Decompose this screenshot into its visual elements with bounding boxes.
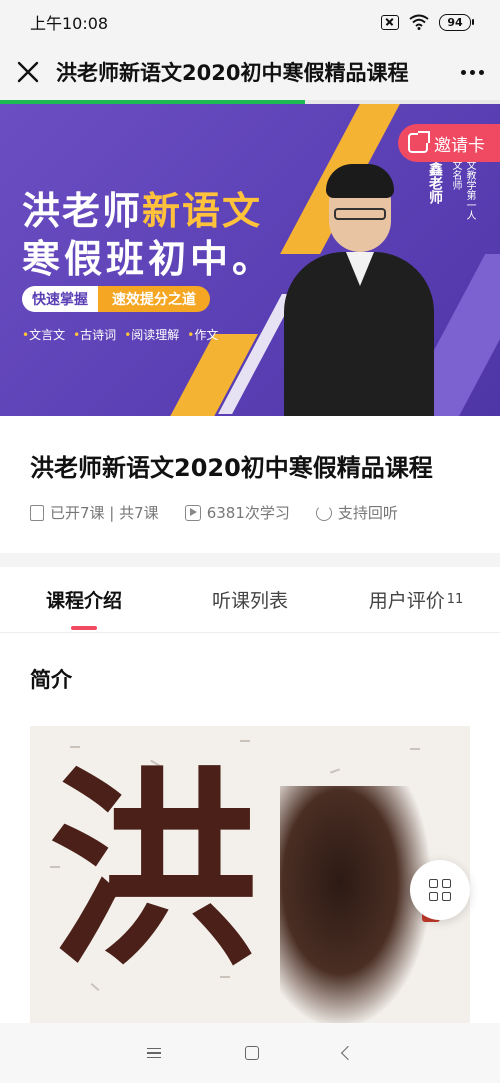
course-tabs: 课程介绍 听课列表 用户评价 11 [0, 567, 500, 633]
intro-image: 洪 [30, 726, 470, 1023]
topic-item: 阅读理解 [124, 326, 179, 343]
teacher-photo [284, 156, 434, 416]
banner-title-line2: 寒假班初中。 [22, 237, 275, 281]
calendar-icon [30, 504, 44, 521]
status-icons: 94 [381, 13, 474, 31]
ink-portrait [280, 786, 430, 1023]
back-icon[interactable] [340, 1045, 356, 1061]
battery-icon: 94 [439, 13, 474, 31]
tab-lesson-list[interactable]: 听课列表 [168, 567, 332, 632]
calligraphy-character: 洪 [48, 747, 259, 994]
status-time: 上午10:08 [30, 14, 109, 33]
home-icon[interactable] [245, 1046, 259, 1060]
invite-label: 邀请卡 [434, 135, 485, 156]
tab-user-reviews[interactable]: 用户评价 11 [332, 567, 500, 632]
banner-title-line1: 洪老师新语文 [22, 189, 263, 233]
more-icon [460, 69, 466, 75]
system-nav-bar [0, 1023, 500, 1083]
course-meta: 已开7课 | 共7课 6381次学习 支持回听 [30, 502, 424, 523]
battery-level: 94 [439, 13, 471, 31]
tab-course-intro[interactable]: 课程介绍 [0, 567, 168, 632]
more-button[interactable] [444, 44, 500, 100]
wifi-icon [409, 14, 429, 30]
banner-topics: 文言文 古诗词 阅读理解 作文 [22, 326, 218, 343]
status-bar: 上午10:08 94 [0, 0, 500, 44]
view-count: 6381次学习 [184, 502, 290, 523]
review-count: 11 [446, 592, 464, 607]
play-icon [184, 504, 201, 521]
close-button[interactable] [0, 44, 56, 100]
active-tab-indicator [71, 626, 97, 630]
replay-icon [315, 504, 332, 521]
lesson-count: 已开7课 | 共7课 [30, 502, 159, 523]
course-title: 洪老师新语文2020初中寒假精品课程 [30, 454, 433, 482]
invite-icon [408, 131, 430, 153]
notification-off-icon [381, 14, 399, 30]
topic-item: 文言文 [22, 326, 65, 343]
slogan-left: 快速掌握 [22, 286, 98, 312]
floating-menu-button[interactable] [410, 860, 470, 920]
replay-support: 支持回听 [315, 502, 398, 523]
slogan-right: 速效提分之道 [98, 286, 210, 312]
topic-item: 古诗词 [73, 326, 116, 343]
page-title: 洪老师新语文2020初中寒假精品课程 [56, 61, 409, 85]
topic-item: 作文 [187, 326, 218, 343]
menu-icon[interactable] [147, 1047, 161, 1059]
intro-heading: 简介 [30, 668, 72, 692]
close-icon [17, 61, 39, 83]
section-divider [0, 553, 500, 567]
invite-card-button[interactable]: 邀请卡 [398, 124, 500, 162]
app-header: 洪老师新语文2020初中寒假精品课程 [0, 44, 500, 100]
grid-icon [429, 879, 451, 901]
banner-slogan: 快速掌握 速效提分之道 [22, 286, 210, 312]
